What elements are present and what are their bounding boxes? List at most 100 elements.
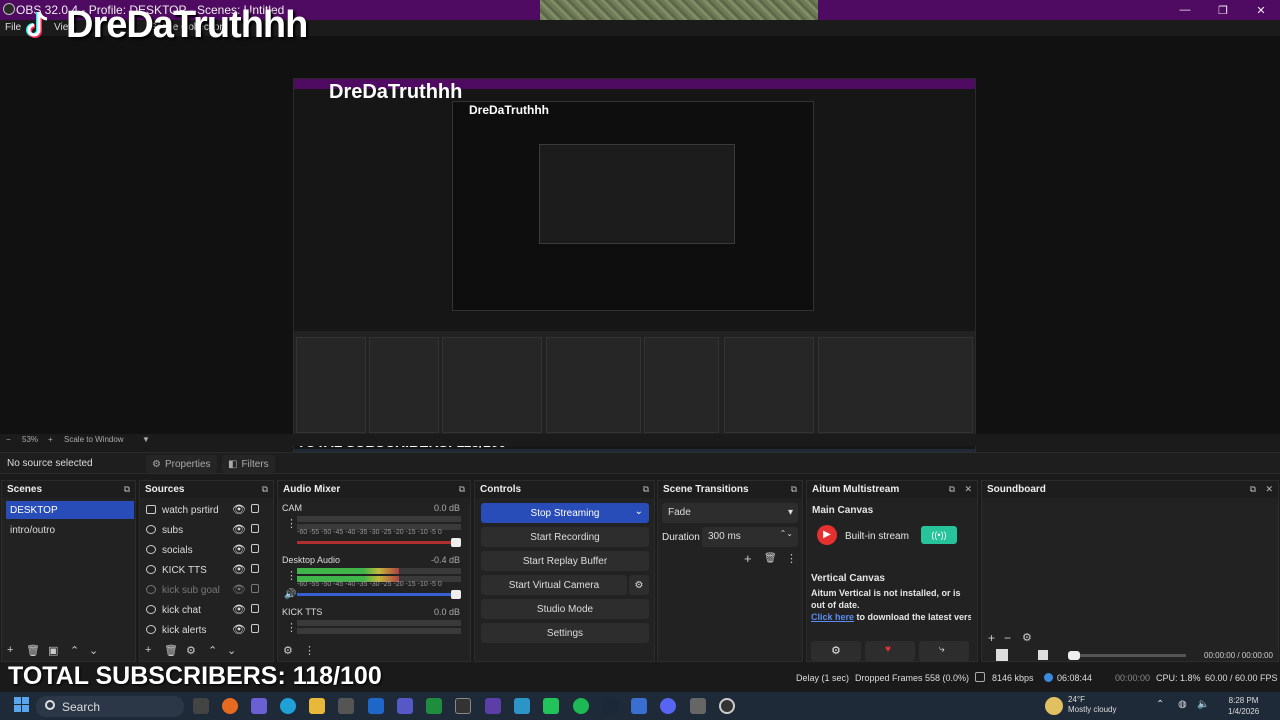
add-scene-button[interactable]: + [7, 644, 13, 656]
transition-select[interactable]: Fade ▾ [662, 503, 798, 523]
obs-icon[interactable] [719, 698, 735, 714]
start-replay-buffer-button[interactable]: Start Replay Buffer [481, 551, 649, 571]
stepper-icon[interactable]: ⌃⌄ [780, 529, 793, 538]
lock-icon[interactable] [251, 524, 259, 533]
add-transition-button[interactable]: + [744, 551, 752, 566]
settings-icon[interactable] [690, 698, 706, 714]
zoom-out-button[interactable]: − [6, 435, 11, 444]
volume-icon[interactable]: 🔈 [1197, 699, 1209, 710]
undock-icon[interactable]: ⧉ [459, 484, 465, 495]
eye-icon[interactable]: 👁 [232, 563, 246, 576]
source-settings-icon[interactable]: ⚙ [186, 644, 196, 657]
slider-knob[interactable] [451, 590, 461, 599]
maximize-button[interactable]: ❐ [1204, 0, 1242, 20]
minimize-button[interactable]: — [1166, 0, 1204, 20]
kick-icon[interactable] [543, 698, 559, 714]
scene-filters-icon[interactable]: ▣ [48, 644, 58, 657]
edge-icon[interactable] [280, 698, 296, 714]
slider-knob[interactable] [451, 538, 461, 547]
volume-slider[interactable] [297, 590, 461, 599]
app-icon[interactable] [514, 698, 530, 714]
stop-streaming-button[interactable]: Stop Streaming ⌄ [481, 503, 649, 523]
channel-menu-icon[interactable]: ⋮ [286, 621, 297, 634]
store-icon[interactable] [338, 698, 354, 714]
stop-icon[interactable] [1038, 650, 1048, 660]
taskbar-clock[interactable]: 8:28 PM 1/4/2026 [1228, 695, 1259, 717]
preview-canvas[interactable]: DreDaTruthhh DreDaTruthhh TOTAL SUBSCRIB… [0, 36, 1280, 463]
undock-icon[interactable]: ⧉ [791, 484, 797, 495]
source-item[interactable]: socials 👁 [144, 541, 274, 559]
scene-item-intro-outro[interactable]: intro/outro [6, 521, 134, 539]
properties-button[interactable]: ⚙ Properties [146, 455, 217, 473]
move-up-icon[interactable]: ⌃ [70, 644, 79, 657]
scale-mode[interactable]: Scale to Window [64, 435, 124, 444]
pause-icon[interactable] [996, 649, 1008, 661]
remove-sound-button[interactable]: − [1004, 631, 1011, 645]
add-source-button[interactable]: + [145, 644, 151, 656]
outlook-icon[interactable] [368, 698, 384, 714]
eye-icon[interactable]: 👁 [232, 603, 246, 616]
channel-menu-icon[interactable]: ⋮ [286, 569, 297, 582]
undock-icon[interactable]: ⧉ [1250, 484, 1256, 495]
start-virtual-camera-button[interactable]: Start Virtual Camera [481, 575, 627, 595]
tray-chevron-icon[interactable]: ⌃ [1156, 699, 1164, 710]
discord-icon[interactable] [660, 698, 676, 714]
remove-transition-button[interactable]: 🗑 [764, 553, 777, 564]
scale-dropdown-icon[interactable]: ▼ [142, 435, 150, 444]
move-down-icon[interactable]: ⌄ [89, 644, 98, 657]
filters-button[interactable]: ◧ Filters [222, 455, 275, 473]
move-down-icon[interactable]: ⌄ [227, 644, 236, 657]
add-sound-button[interactable]: + [988, 631, 995, 645]
eye-icon[interactable]: 👁 [232, 503, 246, 516]
duration-input[interactable]: 300 ms ⌃⌄ [702, 527, 798, 547]
lock-icon[interactable] [251, 544, 259, 553]
file-explorer-icon[interactable] [309, 698, 325, 714]
lock-icon[interactable] [251, 504, 259, 513]
eye-icon[interactable]: 👁 [232, 523, 246, 536]
close-icon[interactable]: ✕ [1265, 484, 1273, 495]
spotify-icon[interactable] [573, 698, 589, 714]
move-up-icon[interactable]: ⌃ [208, 644, 217, 657]
mixer-settings-icon[interactable]: ⚙ [283, 644, 293, 657]
task-view-icon[interactable] [193, 698, 209, 714]
remove-source-button[interactable]: 🗑 [164, 644, 178, 657]
undock-icon[interactable]: ⧉ [949, 484, 955, 495]
studio-mode-button[interactable]: Studio Mode [481, 599, 649, 619]
lock-icon[interactable] [251, 624, 259, 633]
settings-button[interactable]: Settings [481, 623, 649, 643]
sound-settings-icon[interactable]: ⚙ [1022, 631, 1032, 644]
windows-start-icon[interactable] [14, 697, 30, 713]
source-item[interactable]: kick alerts 👁 [144, 621, 274, 639]
undock-icon[interactable]: ⧉ [643, 484, 649, 495]
menu-file[interactable]: File [5, 22, 21, 33]
source-item[interactable]: kick sub goal 👁 [144, 581, 274, 599]
teams-icon[interactable] [397, 698, 413, 714]
multistream-settings-button[interactable]: ⚙ [811, 641, 861, 661]
chevron-down-icon[interactable]: ⌄ [635, 506, 643, 517]
start-recording-button[interactable]: Start Recording [481, 527, 649, 547]
undock-icon[interactable]: ⧉ [262, 484, 268, 495]
app-icon[interactable] [631, 698, 647, 714]
share-button[interactable]: ⤷ [919, 641, 969, 661]
xbox-icon[interactable] [426, 698, 442, 714]
seek-bar[interactable] [1068, 651, 1186, 660]
virtual-camera-gear-icon[interactable]: ⚙ [629, 575, 649, 595]
zoom-in-button[interactable]: + [48, 435, 53, 444]
broadcast-icon[interactable]: ((•)) [921, 526, 957, 544]
taskbar-search[interactable]: Search [36, 696, 184, 717]
close-button[interactable]: ✕ [1242, 0, 1280, 20]
close-icon[interactable]: ✕ [964, 484, 972, 495]
undock-icon[interactable]: ⧉ [124, 484, 130, 495]
copilot-icon[interactable] [251, 698, 267, 714]
lock-icon[interactable] [251, 584, 259, 593]
network-icon[interactable]: ◍ [1178, 699, 1187, 710]
terminal-icon[interactable] [455, 698, 471, 714]
eye-icon[interactable]: 👁 [232, 543, 246, 556]
source-item[interactable]: KICK TTS 👁 [144, 561, 274, 579]
eye-icon[interactable]: 👁 [232, 623, 246, 636]
mixer-menu-icon[interactable]: ⋮ [304, 644, 315, 657]
source-item[interactable]: watch psrtird 👁 [144, 501, 274, 519]
volume-slider[interactable] [297, 538, 461, 547]
transition-menu-icon[interactable]: ⋮ [786, 552, 797, 565]
lock-icon[interactable] [251, 564, 259, 573]
